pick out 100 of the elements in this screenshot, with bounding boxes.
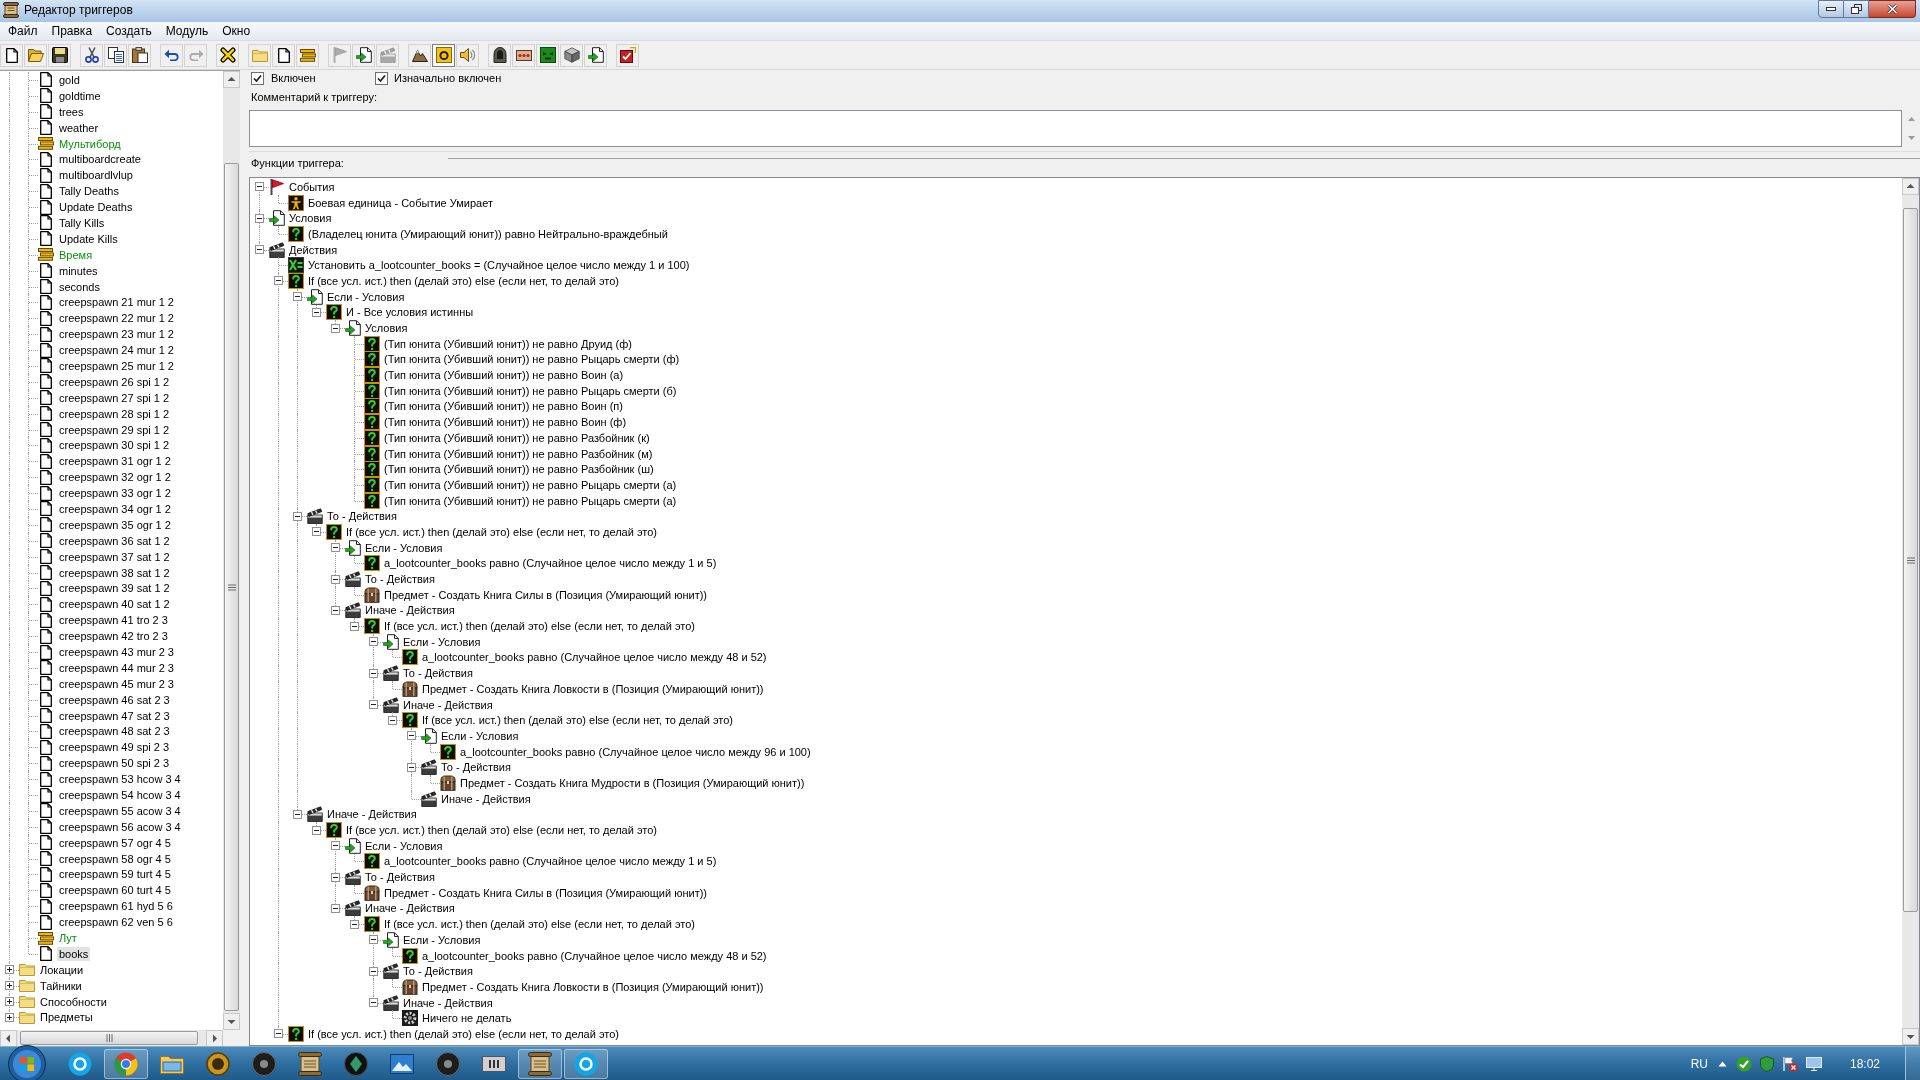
function-item[interactable]: (Тип юнита (Убивший юнит)) не равно Рыцарь смерти (ф) (383, 352, 681, 367)
folder-item[interactable]: Тайники (38, 978, 84, 993)
function-item[interactable]: Если - Условия (440, 728, 520, 743)
function-item[interactable]: То - Действия (402, 964, 474, 979)
trigger-item[interactable]: creepspawn 34 ogr 1 2 (57, 502, 173, 516)
trigger-item[interactable]: creepspawn 57 ogr 4 5 (57, 835, 173, 850)
trigger-item[interactable]: creepspawn 46 sat 2 3 (57, 692, 172, 707)
function-item[interactable]: a_lootcounter_books равно (Случайное целое число между 48 и 52) (421, 948, 768, 963)
trigger-item[interactable]: creepspawn 62 ven 5 6 (57, 915, 175, 930)
minus-box-icon[interactable] (255, 182, 264, 192)
function-item[interactable]: Иначе - Действия (440, 791, 532, 806)
trigger-item[interactable]: seconds (57, 279, 102, 294)
function-item[interactable]: То - Действия (440, 760, 512, 775)
trigger-item[interactable]: multiboardcreate (57, 152, 143, 167)
function-item[interactable]: Иначе - Действия (402, 697, 494, 712)
trigger-item[interactable]: creepspawn 42 tro 2 3 (57, 629, 170, 644)
clock[interactable]: 18:02 (1834, 1056, 1896, 1071)
trigger-item[interactable]: multiboardlvlup (57, 168, 135, 183)
function-item[interactable]: (Тип юнита (Убивший юнит)) не равно Воин (а) (383, 368, 625, 383)
trigger-item[interactable]: creepspawn 53 hcow 3 4 (57, 772, 183, 787)
function-item[interactable]: Боевая единица - Событие Умирает (307, 195, 494, 210)
function-item[interactable]: То - Действия (402, 666, 474, 681)
category-item[interactable]: Лут (57, 931, 79, 946)
trigger-item[interactable]: creepspawn 30 spi 1 2 (57, 438, 172, 453)
function-item[interactable]: (Тип юнита (Убивший юнит)) не равно Разбойник (м) (383, 446, 654, 461)
function-item[interactable]: Если - Условия (402, 932, 482, 947)
minus-box-icon[interactable] (293, 511, 302, 521)
trigger-item[interactable]: creepspawn 58 ogr 4 5 (57, 851, 173, 866)
function-item[interactable]: Если - Условия (364, 838, 444, 853)
function-item[interactable]: Иначе - Действия (364, 603, 456, 618)
plus-box-icon[interactable] (5, 981, 14, 991)
trigger-item[interactable]: goldtime (57, 88, 103, 103)
trigger-item[interactable]: creepspawn 50 spi 2 3 (57, 756, 172, 771)
function-item[interactable]: (Тип юнита (Убивший юнит)) не равно Рыцарь смерти (б) (383, 383, 678, 398)
minus-box-icon[interactable] (293, 292, 302, 302)
function-item[interactable]: Условия (288, 211, 333, 226)
menu-item[interactable]: Файл (1, 23, 45, 39)
trigger-item[interactable]: books (57, 946, 91, 961)
function-item[interactable]: Если - Условия (326, 289, 406, 304)
function-item[interactable]: If (все усл. ист.) then (делай это) else (если нет, то делай это) (307, 1026, 620, 1041)
menu-item[interactable]: Окно (215, 23, 258, 39)
scroll-left-icon[interactable] (0, 1029, 17, 1047)
toolbar-button[interactable] (432, 43, 455, 67)
minus-box-icon[interactable] (350, 919, 359, 929)
folder-item[interactable]: Предметы (38, 1010, 95, 1025)
minimize-button[interactable] (1818, 0, 1844, 18)
minus-box-icon[interactable] (312, 825, 321, 835)
trigger-item[interactable]: creepspawn 21 mur 1 2 (57, 295, 176, 310)
minus-box-icon[interactable] (369, 966, 378, 976)
trigger-item[interactable]: creepspawn 26 spi 1 2 (57, 374, 172, 389)
menu-item[interactable]: Модуль (158, 23, 216, 39)
function-item[interactable]: (Тип юнита (Убивший юнит)) не равно Воин (ф) (383, 415, 628, 430)
scroll-up-icon[interactable] (1902, 178, 1919, 195)
minus-box-icon[interactable] (369, 700, 378, 710)
function-item[interactable]: Предмет - Создать Книга Мудрости в (Позиция (Умирающий юнит)) (459, 775, 806, 790)
folder-item[interactable]: Способности (38, 994, 109, 1009)
menu-item[interactable]: Создать (99, 23, 159, 39)
function-item[interactable]: If (все усл. ист.) then (делай это) else (если нет, то делай это) (421, 713, 734, 728)
trigger-item[interactable]: creepspawn 60 turt 4 5 (57, 883, 173, 898)
trigger-item[interactable]: creepspawn 61 hyd 5 6 (57, 899, 175, 914)
function-item[interactable]: (Тип юнита (Убивший юнит)) не равно Разбойник (ш) (383, 462, 655, 477)
trigger-item[interactable]: creepspawn 25 mur 1 2 (57, 358, 176, 373)
function-item[interactable]: Иначе - Действия (364, 901, 456, 916)
scroll-up-icon[interactable] (223, 71, 240, 88)
trigger-item[interactable]: creepspawn 59 turt 4 5 (57, 867, 173, 882)
function-item[interactable]: (Тип юнита (Убивший юнит)) не равно Друид (ф) (383, 336, 633, 351)
trigger-item[interactable]: creepspawn 24 mur 1 2 (57, 343, 176, 358)
minus-box-icon[interactable] (331, 903, 340, 913)
trigger-item[interactable]: Update Deaths (57, 200, 135, 215)
function-item[interactable]: a_lootcounter_books равно (Случайное целое число между 1 и 5) (383, 854, 718, 869)
trigger-item[interactable]: creepspawn 29 spi 1 2 (57, 422, 172, 437)
restore-button[interactable] (1844, 0, 1869, 18)
trigger-item[interactable]: creepspawn 45 mur 2 3 (57, 676, 176, 691)
minus-box-icon[interactable] (274, 1029, 283, 1039)
taskbar-button[interactable] (564, 1048, 608, 1079)
trigger-item[interactable]: creepspawn 31 ogr 1 2 (57, 454, 173, 469)
function-item[interactable]: События (288, 179, 336, 194)
function-item[interactable]: If (все усл. ист.) then (делай это) else (если нет, то делай это) (307, 273, 620, 288)
function-item[interactable]: a_lootcounter_books равно (Случайное целое число между 48 и 52) (421, 650, 768, 665)
function-item[interactable]: If (все усл. ист.) then (делай это) else (если нет, то делай это) (383, 619, 696, 634)
trigger-item[interactable]: creepspawn 48 sat 2 3 (57, 724, 172, 739)
minus-box-icon[interactable] (407, 762, 416, 772)
trigger-item[interactable]: creepspawn 33 ogr 1 2 (57, 486, 173, 501)
show-desktop-button[interactable] (1905, 1047, 1920, 1080)
trigger-item[interactable]: creepspawn 39 sat 1 2 (57, 581, 172, 596)
trigger-item[interactable]: creepspawn 40 sat 1 2 (57, 597, 172, 612)
checkbox-label[interactable]: Изначально включен (394, 72, 502, 85)
category-item[interactable]: Мультиборд (57, 136, 123, 151)
function-item[interactable]: Предмет - Создать Книга Силы в (Позиция (Умирающий юнит)) (383, 885, 709, 900)
scroll-down-icon[interactable] (223, 1013, 240, 1030)
minus-box-icon[interactable] (331, 543, 340, 553)
function-item[interactable]: If (все усл. ист.) then (делай это) else (если нет, то делай это) (383, 917, 696, 932)
minus-box-icon[interactable] (331, 574, 340, 584)
menu-item[interactable]: Правка (44, 23, 100, 39)
minus-box-icon[interactable] (255, 245, 264, 255)
function-item[interactable]: Действия (288, 242, 339, 257)
trigger-item[interactable]: Tally Deaths (57, 184, 121, 199)
trigger-item[interactable]: creepspawn 23 mur 1 2 (57, 327, 176, 342)
category-item[interactable]: Время (57, 247, 95, 262)
minus-box-icon[interactable] (388, 715, 397, 725)
